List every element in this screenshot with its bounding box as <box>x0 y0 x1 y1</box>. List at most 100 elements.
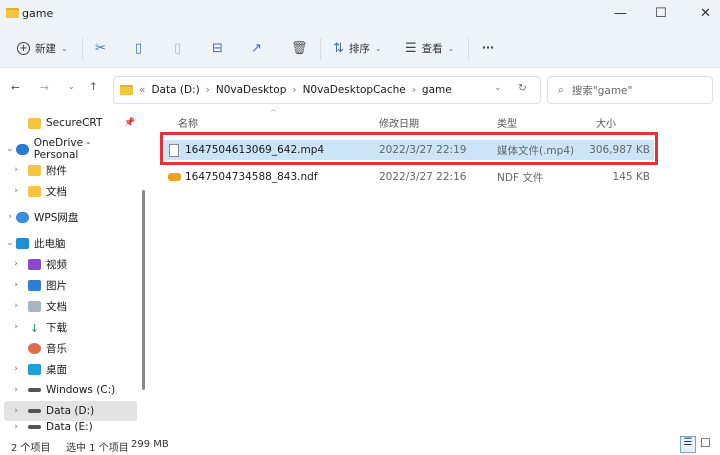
folder-icon <box>28 164 41 176</box>
picture-icon <box>28 279 41 291</box>
sort-label: 排序 <box>348 42 370 55</box>
file-type: NDF 文件 <box>497 171 544 184</box>
trash-icon: 🗑 <box>291 40 308 56</box>
pin-icon[interactable]: 📌 <box>124 118 135 128</box>
sort-ascending-icon: ^ <box>270 108 277 117</box>
nav-item-documents-pc[interactable]: › 文档 <box>4 296 137 316</box>
list-icon: ☰ <box>405 40 417 56</box>
highlight-box <box>160 132 658 165</box>
chevron-right-icon: › <box>411 84 416 96</box>
nav-label: Data (E:) <box>46 421 93 433</box>
column-header-date[interactable]: 修改日期 <box>379 115 419 130</box>
nav-item-wps[interactable]: › WPS网盘 <box>4 207 137 227</box>
breadcrumb-item[interactable]: game <box>422 84 452 96</box>
breadcrumb-item[interactable]: N0vaDesktop <box>216 84 287 96</box>
cut-button[interactable]: ✂ <box>95 38 106 58</box>
nav-item-drive-c[interactable]: › Windows (C:) <box>4 380 137 400</box>
nav-item-pictures[interactable]: › 图片 <box>4 275 137 295</box>
nav-item-desktop[interactable]: › 桌面 <box>4 359 137 379</box>
nav-item-downloads[interactable]: › ↓ 下载 <box>4 317 137 337</box>
command-bar: + 新建 ⌄ ✂ ▯ ▯ ⊟ ↗ 🗑 ⇅ 排序 ⌄ ☰ 查看 ⌄ ··· <box>0 28 720 68</box>
nav-label: 图片 <box>46 279 67 292</box>
share-button[interactable]: ↗ <box>251 38 262 58</box>
breadcrumb-item[interactable]: N0vaDesktopCache <box>303 84 406 96</box>
column-header-size[interactable]: 大小 <box>596 115 616 130</box>
tiles-view-button[interactable]: ☐ <box>700 436 711 450</box>
nav-item-music[interactable]: 音乐 <box>4 338 137 358</box>
navigation-pane: SecureCRT 📌 ⌄ OneDrive - Personal › 附件 › 文档 … <box>0 110 150 436</box>
view-button[interactable]: ☰ 查看 ⌄ <box>405 38 454 58</box>
breadcrumb-item[interactable]: Data (D:) <box>151 84 199 96</box>
nav-label: 文档 <box>46 300 67 313</box>
nav-label: 视频 <box>46 258 67 271</box>
address-dropdown[interactable]: ⌄ <box>494 83 502 93</box>
column-header-type[interactable]: 类型 <box>497 115 517 130</box>
nav-label: SecureCRT <box>46 117 103 129</box>
nav-item-onedrive[interactable]: ⌄ OneDrive - Personal <box>4 137 137 161</box>
document-icon <box>28 300 41 312</box>
sort-button[interactable]: ⇅ 排序 ⌄ <box>333 38 382 58</box>
selected-size: 299 MB <box>131 439 169 450</box>
nav-label: Data (D:) <box>46 405 95 417</box>
plus-icon: + <box>17 41 30 55</box>
delete-button[interactable]: 🗑 <box>291 38 308 58</box>
maximize-button[interactable]: ☐ <box>655 6 667 21</box>
address-bar[interactable]: « Data (D:) › N0vaDesktop › N0vaDesktopCac… <box>113 76 541 104</box>
new-label: 新建 <box>35 42 56 55</box>
nav-label: 桌面 <box>46 363 67 376</box>
folder-icon <box>120 85 133 95</box>
chevron-right-icon: › <box>205 84 210 96</box>
nav-item-videos[interactable]: › 视频 <box>4 254 137 274</box>
close-button[interactable]: ✕ <box>700 6 711 21</box>
nav-item-drive-d[interactable]: › Data (D:) <box>4 401 137 421</box>
nav-item-drive-e[interactable]: › Data (E:) <box>4 419 137 435</box>
folder-icon <box>28 117 41 129</box>
minimize-button[interactable]: — <box>614 6 627 21</box>
folder-icon <box>6 8 19 18</box>
forward-button[interactable]: → <box>40 82 49 94</box>
more-button[interactable]: ··· <box>482 38 494 58</box>
chevron-down-icon: ⌄ <box>447 43 455 53</box>
cloud-icon <box>15 143 29 155</box>
nav-scrollbar[interactable] <box>142 190 145 390</box>
item-count: 2 个项目 <box>11 443 51 454</box>
rename-button[interactable]: ⊟ <box>212 38 223 58</box>
refresh-button[interactable]: ↻ <box>518 82 527 94</box>
search-input[interactable]: ⌕ 搜索"game" <box>547 76 713 104</box>
drive-icon <box>28 409 41 413</box>
rename-icon: ⊟ <box>212 40 223 56</box>
monitor-icon <box>16 237 29 249</box>
download-icon: ↓ <box>29 321 40 335</box>
nav-label: Windows (C:) <box>46 384 116 396</box>
file-date: 2022/3/27 22:16 <box>379 171 467 183</box>
details-view-button[interactable]: ☰ <box>680 436 696 453</box>
nav-item-attachments[interactable]: › 附件 <box>4 160 137 180</box>
nav-item-securecrt[interactable]: SecureCRT 📌 <box>4 113 137 133</box>
desktop-icon <box>28 363 41 375</box>
file-name: 1647504734588_843.ndf <box>185 171 318 183</box>
ndf-file-icon <box>168 173 181 181</box>
up-button[interactable]: ↑ <box>89 81 98 93</box>
divider <box>320 38 321 60</box>
paste-icon: ▯ <box>174 40 182 56</box>
copy-icon: ▯ <box>135 40 143 56</box>
paste-button[interactable]: ▯ <box>174 38 181 58</box>
new-button[interactable]: + 新建 ⌄ <box>17 38 68 58</box>
nav-label: 附件 <box>46 164 67 177</box>
column-header-name[interactable]: 名称 <box>178 115 198 130</box>
nav-label: WPS网盘 <box>34 211 79 224</box>
nav-item-this-pc[interactable]: ⌄ 此电脑 <box>4 233 137 253</box>
file-size: 145 KB <box>612 171 650 183</box>
nav-label: OneDrive - Personal <box>33 137 91 161</box>
nav-label: 此电脑 <box>34 237 66 250</box>
folder-icon <box>28 185 41 197</box>
breadcrumb-overflow[interactable]: « <box>139 84 145 96</box>
back-button[interactable]: ← <box>11 82 20 94</box>
music-icon <box>28 342 41 354</box>
file-row[interactable]: 1647504734588_843.ndf 2022/3/27 22:16 ND… <box>163 167 654 187</box>
divider <box>468 38 469 60</box>
copy-button[interactable]: ▯ <box>135 38 142 58</box>
recent-dropdown[interactable]: ⌄ <box>68 82 75 91</box>
chevron-down-icon: ⌄ <box>374 43 382 53</box>
nav-item-documents[interactable]: › 文档 <box>4 181 137 201</box>
